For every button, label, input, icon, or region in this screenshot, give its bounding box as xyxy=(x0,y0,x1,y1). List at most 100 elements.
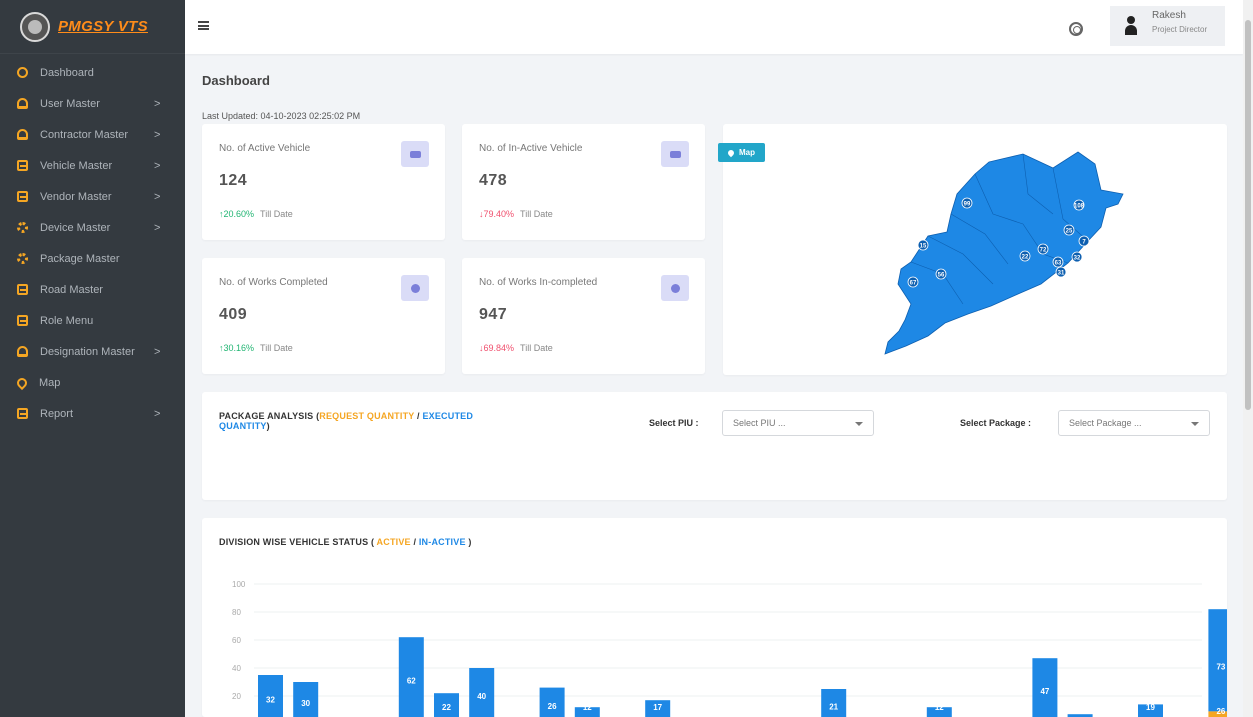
package-icon xyxy=(17,253,28,264)
sidebar-item-road-master[interactable]: Road Master xyxy=(0,274,185,305)
works-incompleted-card[interactable]: No. of Works In-completed 947 ↓69.84% Til… xyxy=(462,258,705,374)
map-badge[interactable]: Map xyxy=(718,143,765,162)
device-icon xyxy=(17,222,28,233)
works-completed-card[interactable]: No. of Works Completed 409 ↑30.16% Till D… xyxy=(202,258,445,374)
chevron-right-icon: > xyxy=(154,221,161,234)
settings-gear-icon[interactable] xyxy=(1069,22,1083,36)
stat-value: 124 xyxy=(219,172,248,189)
title-slash: / xyxy=(410,537,419,547)
map-pin-icon xyxy=(14,375,30,390)
package-select[interactable]: Select Package ... xyxy=(1058,410,1210,436)
stat-trend: ↓69.84% Till Date xyxy=(479,343,553,353)
stat-trend: ↑30.16% Till Date xyxy=(219,343,293,353)
page-title: Dashboard xyxy=(202,73,270,88)
bar-data-label: 47 xyxy=(1040,687,1049,696)
bar-data-label: 17 xyxy=(653,703,662,712)
sidebar-item-label: Road Master xyxy=(40,283,103,296)
inactive-label: IN-ACTIVE xyxy=(418,537,466,547)
last-updated: Last Updated: 04-10-2023 02:25:02 PM xyxy=(202,111,361,121)
district-label: 63 xyxy=(1055,261,1062,267)
district-label: 56 xyxy=(938,273,945,279)
stat-value: 409 xyxy=(219,306,248,323)
map-pin-icon xyxy=(726,148,736,157)
sidebar: PMGSY VTS Dashboard User Master > Contracto… xyxy=(0,0,185,717)
active-label: ACTIVE xyxy=(376,537,411,547)
brand[interactable]: PMGSY VTS xyxy=(0,0,185,54)
y-tick-label: 20 xyxy=(232,692,241,701)
chevron-right-icon: > xyxy=(154,345,161,358)
brand-name: PMGSY VTS xyxy=(58,18,148,35)
title-close: ) xyxy=(465,537,472,547)
division-status-chart: 20 40 60 80 100 32 30 62 22 40 26 12 17 21 12 47 19 73 26 xyxy=(232,580,1227,717)
bar-data-label: 73 xyxy=(1216,663,1225,672)
sidebar-item-label: Device Master xyxy=(40,221,111,234)
bar-data-label: 26 xyxy=(548,702,557,711)
user-icon xyxy=(17,98,28,109)
sidebar-item-package-master[interactable]: Package Master xyxy=(0,243,185,274)
piu-select-label: Select PIU : xyxy=(649,418,699,428)
stat-trend: ↓79.40% Till Date xyxy=(479,209,553,219)
avatar-icon xyxy=(1125,16,1137,36)
sidebar-item-role-menu[interactable]: Role Menu xyxy=(0,305,185,336)
user-profile[interactable]: Rakesh Project Director xyxy=(1110,6,1225,46)
bar-data-label: 30 xyxy=(301,699,310,708)
sidebar-item-map[interactable]: Map xyxy=(0,367,185,398)
district-label: 67 xyxy=(910,281,917,287)
piu-select-value: Select PIU ... xyxy=(733,418,786,428)
trend-value: ↑20.60% xyxy=(219,209,255,219)
page-scrollbar[interactable] xyxy=(1243,0,1253,717)
sidebar-item-dashboard[interactable]: Dashboard xyxy=(0,57,185,88)
chevron-right-icon: > xyxy=(154,159,161,172)
sidebar-item-contractor-master[interactable]: Contractor Master > xyxy=(0,119,185,150)
report-icon xyxy=(17,408,28,419)
inactive-vehicle-card[interactable]: No. of In-Active Vehicle 478 ↓79.40% Till… xyxy=(462,124,705,240)
chevron-right-icon: > xyxy=(154,128,161,141)
vehicle-icon xyxy=(17,160,28,171)
district-label: 32 xyxy=(1074,256,1081,262)
y-tick-label: 60 xyxy=(232,636,241,645)
scrollbar-thumb[interactable] xyxy=(1245,20,1251,410)
tow-truck-icon xyxy=(661,141,689,167)
sidebar-item-vendor-master[interactable]: Vendor Master > xyxy=(0,181,185,212)
sidebar-item-label: Role Menu xyxy=(40,314,94,327)
bar-inactive[interactable] xyxy=(1208,609,1227,712)
district-label: 108 xyxy=(1074,204,1085,210)
stat-label: No. of Active Vehicle xyxy=(219,143,311,154)
district-label: 25 xyxy=(1066,229,1073,235)
designation-icon xyxy=(17,346,28,357)
bar-active-label: 26 xyxy=(1216,707,1225,716)
district-label: 99 xyxy=(964,202,971,208)
district-label: 15 xyxy=(920,244,927,250)
user-role: Project Director xyxy=(1152,25,1208,34)
sidebar-item-device-master[interactable]: Device Master > xyxy=(0,212,185,243)
sidebar-item-report[interactable]: Report > xyxy=(0,398,185,429)
bar-data-label: 62 xyxy=(407,677,416,686)
cog-icon xyxy=(401,275,429,301)
map-card: 99 108 25 7 15 72 22 63 32 31 56 67 xyxy=(723,124,1227,375)
truck-icon xyxy=(401,141,429,167)
stat-trend: ↑20.60% Till Date xyxy=(219,209,293,219)
district-map[interactable]: 99 1082571572226332315667 xyxy=(723,124,1227,375)
bar-data-label: 19 xyxy=(1146,703,1155,712)
sidebar-item-designation-master[interactable]: Designation Master > xyxy=(0,336,185,367)
y-tick-label: 80 xyxy=(232,608,241,617)
piu-select[interactable]: Select PIU ... xyxy=(722,410,874,436)
role-icon xyxy=(17,315,28,326)
stat-value: 947 xyxy=(479,306,508,323)
active-vehicle-card[interactable]: No. of Active Vehicle 124 ↑20.60% Till Da… xyxy=(202,124,445,240)
bar-data-label: 12 xyxy=(583,703,592,712)
sidebar-item-label: Vehicle Master xyxy=(40,159,113,172)
trend-value: ↓79.40% xyxy=(479,209,515,219)
district-label: 31 xyxy=(1058,271,1065,277)
sidebar-item-label: User Master xyxy=(40,97,100,110)
state-map-shape[interactable] xyxy=(884,151,1124,355)
sidebar-item-vehicle-master[interactable]: Vehicle Master > xyxy=(0,150,185,181)
sidebar-menu: Dashboard User Master > Contractor Master > V… xyxy=(0,54,185,429)
sidebar-item-user-master[interactable]: User Master > xyxy=(0,88,185,119)
hamburger-menu-icon[interactable] xyxy=(198,21,209,30)
users-icon xyxy=(17,129,28,140)
title-prefix: DIVISION WISE VEHICLE STATUS ( xyxy=(219,537,377,547)
sidebar-item-label: Contractor Master xyxy=(40,128,129,141)
trend-value: ↑30.16% xyxy=(219,343,255,353)
trend-suffix: Till Date xyxy=(260,209,293,219)
